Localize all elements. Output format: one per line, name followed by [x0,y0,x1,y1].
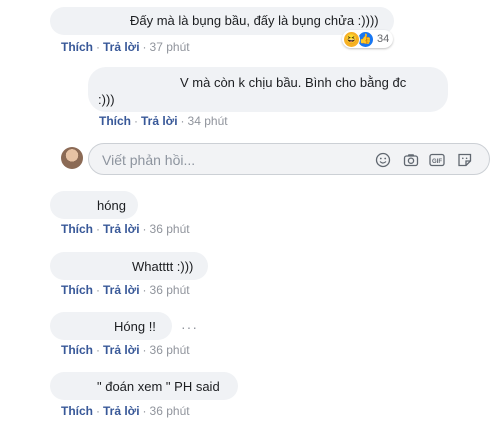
separator: · [96,40,100,54]
comment-actions: Thích · Trả lời · 36 phút [61,343,190,357]
comment-text: " đoán xem " PH said [97,379,220,394]
timestamp[interactable]: 37 phút [150,40,190,54]
timestamp[interactable]: 34 phút [188,114,228,128]
timestamp[interactable]: 36 phút [150,283,190,297]
timestamp[interactable]: 36 phút [150,404,190,418]
commenter-avatar[interactable] [54,68,86,100]
separator: · [96,343,100,357]
comment-text: V mà còn k chịu bầu. Bình cho bằng đc [180,75,407,90]
comment-bubble: V mà còn k chịu bầu. Bình cho bằng đc :)… [88,67,448,112]
comment-bubble: Hóng !! [50,312,172,340]
comment-actions: Thích · Trả lời · 37 phút [61,40,190,54]
like-link[interactable]: Thích [61,404,93,418]
reply-placeholder: Viết phản hồi... [102,152,196,168]
separator: · [96,283,100,297]
separator: · [96,222,100,236]
like-link[interactable]: Thích [61,283,93,297]
reply-link[interactable]: Trả lời [103,222,140,236]
reply-link[interactable]: Trả lời [103,283,140,297]
reply-link[interactable]: Trả lời [141,114,178,128]
gif-icon[interactable]: GIF [429,152,445,168]
reply-link[interactable]: Trả lời [103,40,140,54]
more-options-icon[interactable]: ··· [181,319,198,335]
comment-text-line2: :))) [98,92,115,107]
reaction-count: 34 [377,33,390,45]
comment-actions: Thích · Trả lời · 36 phút [61,222,190,236]
commenter-avatar[interactable] [10,4,42,36]
reply-link[interactable]: Trả lời [103,404,140,418]
comment-bubble: Whatttt :))) [50,252,208,280]
timestamp[interactable]: 36 phút [150,343,190,357]
comment-text: hóng [97,198,126,213]
comment-text: Đấy mà là bụng bầu, đấy là bụng chửa :))… [130,13,379,28]
timestamp[interactable]: 36 phút [150,222,190,236]
separator: · [180,114,185,128]
comment-actions: Thích · Trả lời · 36 phút [61,283,190,297]
reaction-badge[interactable]: 😆 👍 34 [342,30,394,48]
haha-icon: 😆 [343,30,360,48]
emoji-icon[interactable] [375,152,391,168]
like-link[interactable]: Thích [61,343,93,357]
separator: · [142,40,147,54]
separator: · [96,404,100,418]
comment-bubble: hóng [50,191,138,219]
comment-actions: Thích · Trả lời · 34 phút [99,114,228,128]
comment-bubble: " đoán xem " PH said [50,372,238,400]
camera-icon[interactable] [403,152,419,168]
comment-text: Whatttt :))) [132,259,194,274]
reply-input[interactable]: Viết phản hồi... GIF [88,143,490,175]
separator: · [142,283,147,297]
separator: · [142,343,147,357]
like-link[interactable]: Thích [61,40,93,54]
sticker-icon[interactable] [457,152,473,168]
separator: · [142,404,147,418]
commenter-avatar[interactable] [10,370,42,402]
svg-text:GIF: GIF [432,159,442,165]
commenter-avatar[interactable] [10,188,42,220]
like-link[interactable]: Thích [61,222,93,236]
current-user-avatar [61,147,83,169]
like-link[interactable]: Thích [99,114,131,128]
reply-link[interactable]: Trả lời [103,343,140,357]
comment-text: Hóng !! [114,319,156,334]
separator: · [134,114,138,128]
comment-bubble: Đấy mà là bụng bầu, đấy là bụng chửa :))… [50,7,394,35]
commenter-avatar[interactable] [10,309,42,341]
commenter-avatar[interactable] [10,249,42,281]
separator: · [142,222,147,236]
comment-actions: Thích · Trả lời · 36 phút [61,404,190,418]
